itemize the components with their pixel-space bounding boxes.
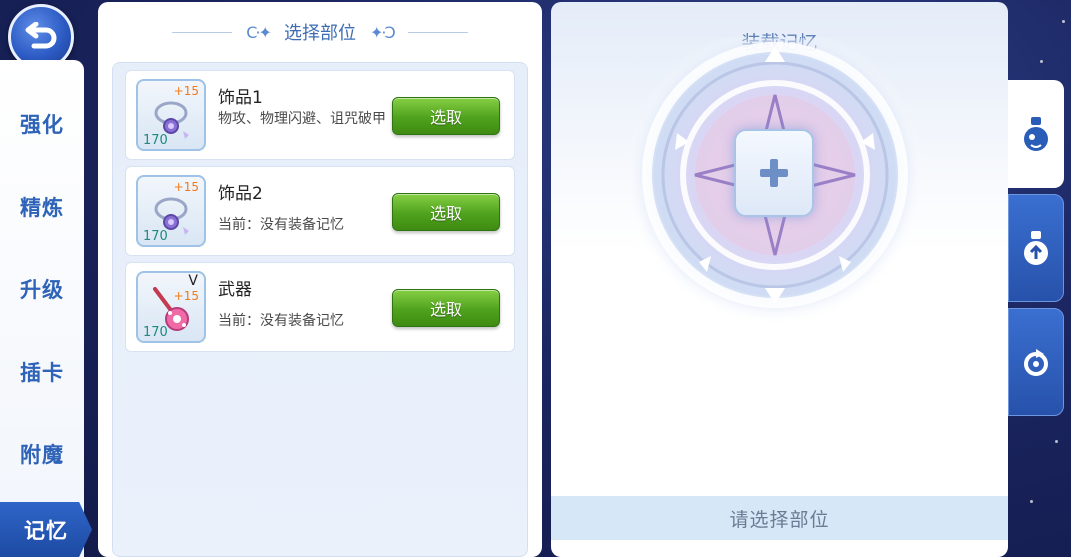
nav-item-refine[interactable]: 精炼 [0, 175, 84, 239]
refine-level: +15 [173, 289, 199, 303]
add-memory-button[interactable] [734, 129, 814, 217]
potion-up-icon [1024, 231, 1048, 265]
header-line-left [172, 31, 233, 33]
header-deco-left-icon: C·✦ [246, 22, 272, 42]
header-line-right [407, 31, 468, 33]
weapon-slot-icon[interactable]: V +15 170 [136, 271, 206, 343]
plus-icon [760, 159, 788, 187]
item-level: 170 [143, 325, 168, 340]
select-button[interactable]: 选取 [392, 193, 500, 231]
slot-name: 饰品2 [218, 184, 263, 204]
nav-item-enhance[interactable]: 强化 [0, 92, 84, 156]
slot-description: 当前：没有装备记忆 [218, 313, 344, 329]
nav-item-upgrade[interactable]: 升级 [0, 257, 84, 321]
memory-panel: 装载记忆 请选择部位 [551, 2, 1008, 557]
slot-name: 饰品1 [218, 88, 263, 108]
header-deco-right-icon: ✦·Ɔ [369, 22, 396, 42]
refine-level: +15 [173, 84, 199, 98]
item-tag: V [188, 273, 198, 289]
left-nav: 强化 精炼 升级 插卡 附魔 记忆 [0, 60, 92, 557]
item-level: 170 [143, 229, 168, 244]
panel-title: 选择部位 [283, 23, 356, 44]
tab-memory-load[interactable] [1008, 80, 1064, 188]
slot-list[interactable]: +15 170 饰品1 物攻、物理闪避、诅咒破甲 选取 +15 170 饰品2 … [112, 62, 528, 557]
tab-memory-upgrade[interactable] [1008, 194, 1064, 302]
recycle-icon [1024, 349, 1048, 376]
accessory-slot-icon[interactable]: +15 170 [136, 79, 206, 151]
accessory-slot-icon[interactable]: +15 170 [136, 175, 206, 247]
tab-memory-recycle[interactable] [1008, 308, 1064, 416]
select-button[interactable]: 选取 [392, 97, 500, 135]
refine-level: +15 [173, 180, 199, 194]
slot-name: 武器 [218, 280, 252, 300]
slot-description: 当前：没有装备记忆 [218, 217, 344, 233]
list-item: +15 170 饰品2 当前：没有装备记忆 选取 [125, 166, 515, 256]
back-arrow-icon [25, 22, 57, 49]
nav-item-memory[interactable]: 记忆 [0, 502, 92, 557]
list-item: +15 170 饰品1 物攻、物理闪避、诅咒破甲 选取 [125, 70, 515, 160]
nav-item-enchant[interactable]: 附魔 [0, 422, 84, 486]
status-message: 请选择部位 [551, 496, 1008, 540]
item-level: 170 [143, 133, 168, 148]
select-button[interactable]: 选取 [392, 289, 500, 327]
select-slot-panel: C·✦ 选择部位 ✦·Ɔ +15 170 饰品1 物攻、物理闪避、诅咒破甲 选取 [98, 2, 542, 557]
nav-item-card[interactable]: 插卡 [0, 340, 84, 404]
list-item: V +15 170 武器 当前：没有装备记忆 选取 [125, 262, 515, 352]
panel-header: C·✦ 选择部位 ✦·Ɔ [98, 2, 542, 62]
slot-description: 物攻、物理闪避、诅咒破甲 [218, 111, 386, 127]
potion-blue-icon [1024, 117, 1048, 151]
